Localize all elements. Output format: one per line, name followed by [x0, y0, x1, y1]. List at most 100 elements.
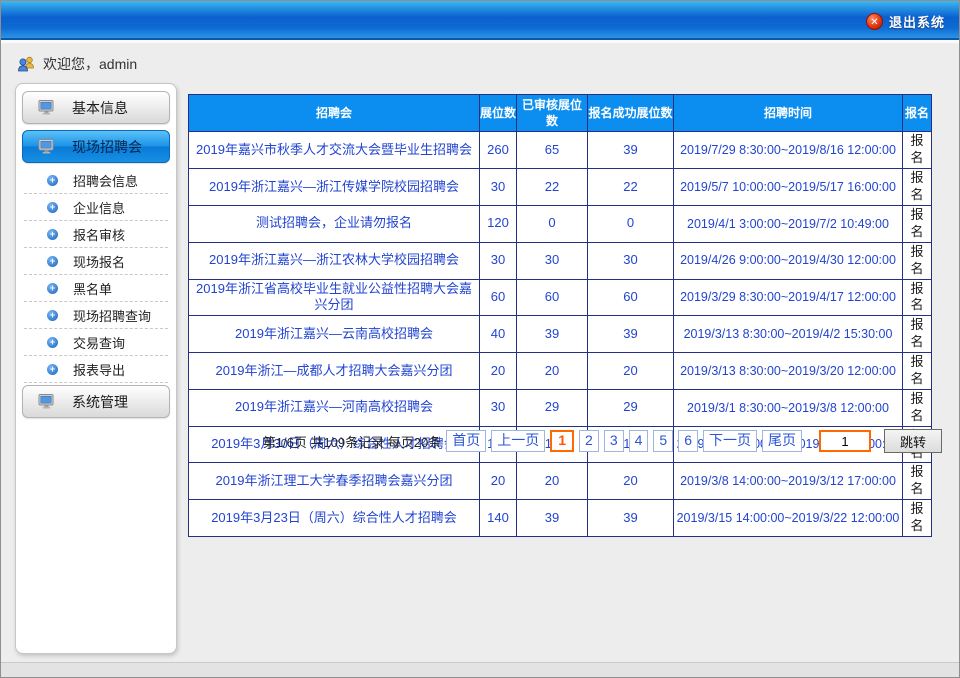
users-icon	[17, 56, 36, 72]
fair-name-cell[interactable]: 2019年嘉兴市秋季人才交流大会暨毕业生招聘会	[189, 132, 480, 169]
prev-page-button[interactable]: 上一页	[491, 430, 545, 451]
recruit-time-cell: 2019/4/26 9:00:00~2019/4/30 12:00:00	[674, 242, 903, 279]
success-count-cell: 39	[588, 500, 674, 537]
sidebar-item[interactable]: +黑名单	[24, 277, 168, 302]
booth-count-cell: 120	[480, 205, 517, 242]
success-count-cell: 0	[588, 205, 674, 242]
table-row: 2019年浙江嘉兴—河南高校招聘会3029292019/3/1 8:30:00~…	[189, 389, 932, 426]
sidebar-item-label: 企业信息	[73, 198, 125, 217]
signup-link[interactable]: 报名	[903, 353, 932, 390]
plus-icon: +	[47, 202, 58, 213]
fair-name-cell[interactable]: 2019年3月23日（周六）综合性人才招聘会	[189, 500, 480, 537]
signup-link[interactable]: 报名	[903, 279, 932, 316]
sidebar-item[interactable]: + 交易查询	[24, 331, 168, 356]
page-number-1[interactable]: 1	[550, 430, 574, 451]
top-bar: ✕ 退出系统	[1, 1, 959, 43]
booth-count-cell: 140	[480, 500, 517, 537]
table-row: 2019年浙江省高校毕业生就业公益性招聘大会嘉兴分团6060602019/3/2…	[189, 279, 932, 316]
plus-icon: +	[47, 310, 58, 321]
sidebar-item[interactable]: +报名审核	[24, 223, 168, 248]
page-number-3[interactable]: 3	[604, 430, 624, 451]
booth-count-cell: 20	[480, 463, 517, 500]
sidebar: 基本信息现场招聘会+招聘会信息+企业信息+报名审核+现场报名+黑名单+现场招聘查…	[15, 83, 177, 654]
booth-count-cell: 30	[480, 242, 517, 279]
booth-count-cell: 30	[480, 169, 517, 206]
logout-button[interactable]: ✕ 退出系统	[866, 12, 945, 31]
close-circle-icon: ✕	[866, 13, 883, 30]
sidebar-group-button[interactable]: 基本信息	[22, 91, 170, 124]
logout-label: 退出系统	[889, 12, 945, 31]
signup-link[interactable]: 报名	[903, 389, 932, 426]
success-count-cell: 20	[588, 463, 674, 500]
fair-name-cell[interactable]: 2019年浙江嘉兴—河南高校招聘会	[189, 389, 480, 426]
success-count-cell: 30	[588, 242, 674, 279]
fair-name-cell[interactable]: 2019年浙江嘉兴—浙江农林大学校园招聘会	[189, 242, 480, 279]
approved-count-cell: 20	[517, 463, 588, 500]
last-page-button[interactable]: 尾页	[762, 430, 802, 451]
booth-count-cell: 40	[480, 316, 517, 353]
column-header: 报名成功展位数	[588, 95, 674, 132]
column-header: 招聘会	[189, 95, 480, 132]
sidebar-item[interactable]: + 企业信息	[24, 196, 168, 221]
table-row: 2019年嘉兴市秋季人才交流大会暨毕业生招聘会26065392019/7/29 …	[189, 132, 932, 169]
plus-icon: +	[47, 337, 58, 348]
app-window: ✕ 退出系统 欢迎您，admin 基本信息现场招聘会+招聘会信息+企业信息+报名…	[0, 0, 960, 678]
table-row: 2019年浙江嘉兴—浙江传媒学院校园招聘会3022222019/5/7 10:0…	[189, 169, 932, 206]
page-number-5[interactable]: 5	[653, 430, 673, 451]
signup-link[interactable]: 报名	[903, 500, 932, 537]
table-row: 2019年浙江理工大学春季招聘会嘉兴分团2020202019/3/8 14:00…	[189, 463, 932, 500]
welcome-bar: 欢迎您，admin	[17, 54, 137, 74]
monitor-icon	[38, 139, 55, 154]
signup-link[interactable]: 报名	[903, 169, 932, 206]
signup-link[interactable]: 报名	[903, 242, 932, 279]
monitor-icon	[38, 394, 55, 409]
fair-name-cell[interactable]: 2019年浙江嘉兴—浙江传媒学院校园招聘会	[189, 169, 480, 206]
signup-link[interactable]: 报名	[903, 205, 932, 242]
fair-name-cell[interactable]: 2019年浙江理工大学春季招聘会嘉兴分团	[189, 463, 480, 500]
jump-button[interactable]: 跳转	[884, 429, 942, 453]
jump-page-input[interactable]	[819, 430, 871, 452]
next-page-button[interactable]: 下一页	[703, 430, 757, 451]
sidebar-item[interactable]: +报表导出	[24, 358, 168, 383]
sidebar-item-label: 现场报名	[73, 252, 125, 271]
recruit-time-cell: 2019/3/15 14:00:00~2019/3/22 12:00:00	[674, 500, 903, 537]
approved-count-cell: 22	[517, 169, 588, 206]
fair-name-cell[interactable]: 测试招聘会，企业请勿报名	[189, 205, 480, 242]
table-row: 2019年浙江—成都人才招聘大会嘉兴分团2020202019/3/13 8:30…	[189, 353, 932, 390]
pagination-summary: 第1/6页 共109条记录 每页20条	[263, 432, 441, 451]
recruit-time-cell: 2019/3/1 8:30:00~2019/3/8 12:00:00	[674, 389, 903, 426]
signup-link[interactable]: 报名	[903, 463, 932, 500]
booth-count-cell: 20	[480, 353, 517, 390]
signup-link[interactable]: 报名	[903, 316, 932, 353]
sidebar-item[interactable]: +现场报名	[24, 250, 168, 275]
page-number-6[interactable]: 6	[678, 430, 698, 451]
sidebar-item-label: 现场招聘查询	[73, 306, 151, 325]
sidebar-item-label: 报表导出	[73, 360, 125, 379]
recruit-time-cell: 2019/7/29 8:30:00~2019/8/16 12:00:00	[674, 132, 903, 169]
monitor-icon	[38, 100, 55, 115]
sidebar-item[interactable]: + 现场招聘查询	[24, 304, 168, 329]
approved-count-cell: 65	[517, 132, 588, 169]
sidebar-group-button[interactable]: 系统管理	[22, 385, 170, 418]
fair-name-cell[interactable]: 2019年浙江嘉兴—云南高校招聘会	[189, 316, 480, 353]
table-row: 2019年浙江嘉兴—云南高校招聘会4039392019/3/13 8:30:00…	[189, 316, 932, 353]
table-header-row: 招聘会展位数已审核展位数报名成功展位数招聘时间报名	[189, 95, 932, 132]
first-page-button[interactable]: 首页	[446, 430, 486, 451]
sidebar-item-label: 黑名单	[73, 279, 112, 298]
sidebar-item-label: 交易查询	[73, 333, 125, 352]
recruit-time-cell: 2019/4/1 3:00:00~2019/7/2 10:49:00	[674, 205, 903, 242]
signup-link[interactable]: 报名	[903, 132, 932, 169]
approved-count-cell: 20	[517, 353, 588, 390]
table-row: 测试招聘会，企业请勿报名120002019/4/1 3:00:00~2019/7…	[189, 205, 932, 242]
fair-name-cell[interactable]: 2019年浙江—成都人才招聘大会嘉兴分团	[189, 353, 480, 390]
table-row: 2019年3月23日（周六）综合性人才招聘会14039392019/3/15 1…	[189, 500, 932, 537]
approved-count-cell: 39	[517, 500, 588, 537]
welcome-text: 欢迎您，admin	[43, 54, 137, 74]
page-number-4[interactable]: 4	[629, 430, 649, 451]
sidebar-group-button[interactable]: 现场招聘会	[22, 130, 170, 163]
page-number-2[interactable]: 2	[579, 430, 599, 451]
sidebar-item[interactable]: +招聘会信息	[24, 169, 168, 194]
sidebar-group-label: 基本信息	[72, 98, 128, 118]
fair-name-cell[interactable]: 2019年浙江省高校毕业生就业公益性招聘大会嘉兴分团	[189, 279, 480, 316]
table-row: 2019年浙江嘉兴—浙江农林大学校园招聘会3030302019/4/26 9:0…	[189, 242, 932, 279]
